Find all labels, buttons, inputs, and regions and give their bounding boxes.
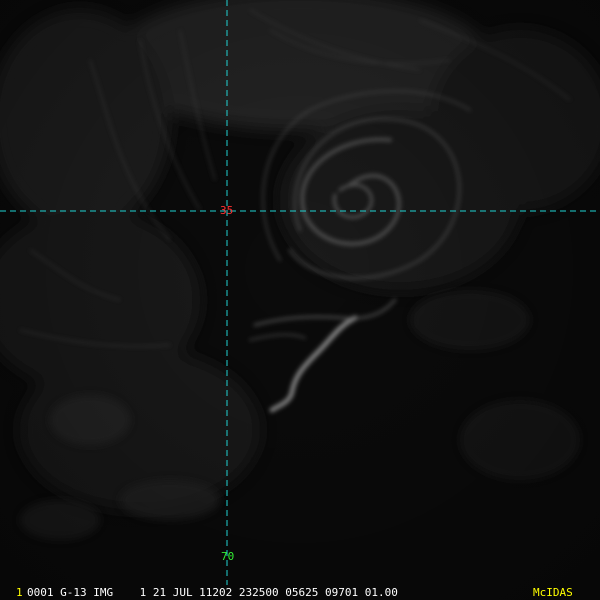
longitude-label: 70 bbox=[221, 550, 235, 563]
satellite-image-viewport[interactable]: 35 70 bbox=[0, 0, 600, 600]
cloud-imagery bbox=[0, 0, 600, 600]
latitude-label: 35 bbox=[220, 204, 234, 217]
image-metadata-text: 0001 G-13 IMG 1 21 JUL 11202 232500 0562… bbox=[27, 586, 398, 599]
mcidas-brand-label: McIDAS bbox=[533, 586, 573, 599]
frame-number: 1 bbox=[16, 586, 23, 599]
status-bar: 1 0001 G-13 IMG 1 21 JUL 11202 232500 05… bbox=[0, 585, 600, 600]
